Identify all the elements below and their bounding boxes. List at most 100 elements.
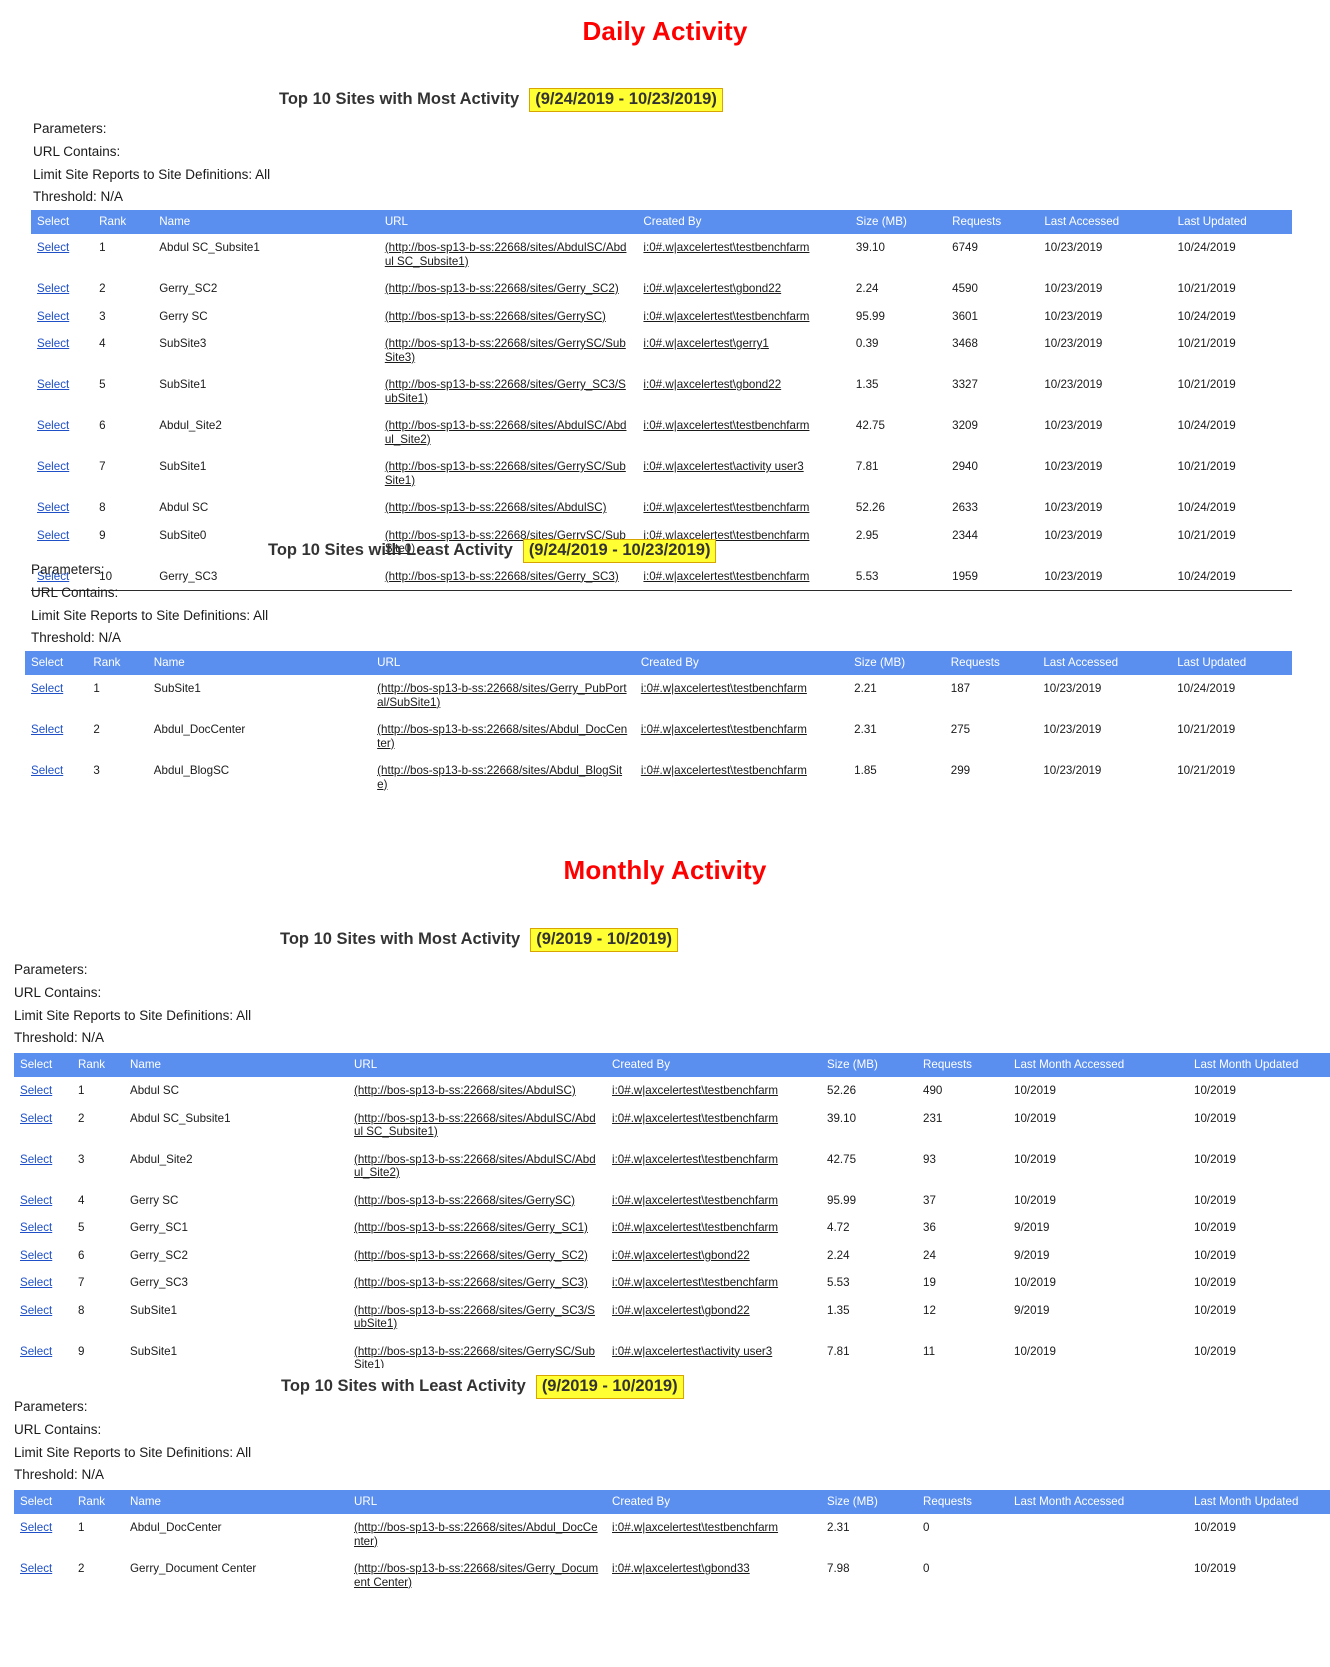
- select-link[interactable]: Select: [20, 1153, 52, 1166]
- col-header-name[interactable]: Name: [124, 1490, 348, 1514]
- url-link[interactable]: (http://bos-sp13-b-ss:22668/sites/AbdulS…: [385, 501, 607, 514]
- created-by-link[interactable]: i:0#.w|axcelertest\testbenchfarm: [643, 419, 809, 432]
- url-link[interactable]: (http://bos-sp13-b-ss:22668/sites/Gerry_…: [354, 1221, 588, 1234]
- created-by-link[interactable]: i:0#.w|axcelertest\testbenchfarm: [612, 1084, 778, 1097]
- select-link[interactable]: Select: [20, 1249, 52, 1262]
- created-by-link[interactable]: i:0#.w|axcelertest\testbenchfarm: [643, 241, 809, 254]
- col-header-created-by[interactable]: Created By: [634, 651, 849, 675]
- url-link[interactable]: (http://bos-sp13-b-ss:22668/sites/GerryS…: [354, 1345, 595, 1369]
- col-header-last-accessed[interactable]: Last Accessed: [1037, 651, 1172, 675]
- url-link[interactable]: (http://bos-sp13-b-ss:22668/sites/Gerry_…: [354, 1562, 598, 1589]
- url-link[interactable]: (http://bos-sp13-b-ss:22668/sites/Gerry_…: [385, 282, 619, 295]
- url-link[interactable]: (http://bos-sp13-b-ss:22668/sites/Gerry_…: [377, 682, 626, 709]
- url-link[interactable]: (http://bos-sp13-b-ss:22668/sites/AbdulS…: [354, 1112, 596, 1139]
- col-header-url[interactable]: URL: [378, 210, 638, 234]
- col-header-url[interactable]: URL: [371, 651, 635, 675]
- col-header-select[interactable]: Select: [14, 1053, 72, 1077]
- created-by-link[interactable]: i:0#.w|axcelertest\testbenchfarm: [612, 1153, 778, 1166]
- created-by-link[interactable]: i:0#.w|axcelertest\testbenchfarm: [643, 310, 809, 323]
- col-header-url[interactable]: URL: [348, 1490, 606, 1514]
- created-by-link[interactable]: i:0#.w|axcelertest\testbenchfarm: [643, 501, 809, 514]
- col-header-rank[interactable]: Rank: [72, 1053, 124, 1077]
- col-header-name[interactable]: Name: [153, 210, 379, 234]
- created-by-link[interactable]: i:0#.w|axcelertest\testbenchfarm: [641, 764, 807, 777]
- col-header-last-updated[interactable]: Last Updated: [1171, 210, 1292, 234]
- col-header-last-month-updated[interactable]: Last Month Updated: [1188, 1490, 1330, 1514]
- url-link[interactable]: (http://bos-sp13-b-ss:22668/sites/Gerry_…: [385, 570, 619, 583]
- select-link[interactable]: Select: [31, 764, 63, 777]
- created-by-link[interactable]: i:0#.w|axcelertest\gbond22: [612, 1249, 750, 1262]
- col-header-name[interactable]: Name: [124, 1053, 348, 1077]
- created-by-link[interactable]: i:0#.w|axcelertest\gbond22: [612, 1304, 750, 1317]
- select-link[interactable]: Select: [31, 682, 63, 695]
- url-link[interactable]: (http://bos-sp13-b-ss:22668/sites/AbdulS…: [354, 1084, 576, 1097]
- created-by-link[interactable]: i:0#.w|axcelertest\gbond22: [643, 378, 781, 391]
- url-link[interactable]: (http://bos-sp13-b-ss:22668/sites/Gerry_…: [354, 1249, 588, 1262]
- created-by-link[interactable]: i:0#.w|axcelertest\testbenchfarm: [641, 682, 807, 695]
- col-header-requests[interactable]: Requests: [946, 210, 1039, 234]
- url-link[interactable]: (http://bos-sp13-b-ss:22668/sites/GerryS…: [385, 337, 626, 364]
- col-header-last-accessed[interactable]: Last Accessed: [1038, 210, 1172, 234]
- col-header-rank[interactable]: Rank: [93, 210, 154, 234]
- url-link[interactable]: (http://bos-sp13-b-ss:22668/sites/AbdulS…: [385, 419, 627, 446]
- url-link[interactable]: (http://bos-sp13-b-ss:22668/sites/AbdulS…: [354, 1153, 596, 1180]
- url-link[interactable]: (http://bos-sp13-b-ss:22668/sites/Abdul_…: [377, 764, 622, 791]
- select-link[interactable]: Select: [37, 337, 69, 350]
- url-link[interactable]: (http://bos-sp13-b-ss:22668/sites/AbdulS…: [385, 241, 627, 268]
- url-link[interactable]: (http://bos-sp13-b-ss:22668/sites/GerryS…: [354, 1194, 575, 1207]
- col-header-last-month-accessed[interactable]: Last Month Accessed: [1008, 1053, 1188, 1077]
- url-link[interactable]: (http://bos-sp13-b-ss:22668/sites/Abdul_…: [354, 1521, 598, 1548]
- col-header-created-by[interactable]: Created By: [637, 210, 850, 234]
- select-link[interactable]: Select: [20, 1304, 52, 1317]
- col-header-requests[interactable]: Requests: [917, 1053, 1008, 1077]
- select-link[interactable]: Select: [37, 241, 69, 254]
- col-header-size[interactable]: Size (MB): [821, 1053, 917, 1077]
- url-link[interactable]: (http://bos-sp13-b-ss:22668/sites/Abdul_…: [377, 723, 627, 750]
- created-by-link[interactable]: i:0#.w|axcelertest\activity user3: [643, 460, 803, 473]
- select-link[interactable]: Select: [20, 1084, 52, 1097]
- select-link[interactable]: Select: [37, 378, 69, 391]
- col-header-last-month-updated[interactable]: Last Month Updated: [1188, 1053, 1330, 1077]
- created-by-link[interactable]: i:0#.w|axcelertest\activity user3: [612, 1345, 772, 1358]
- col-header-created-by[interactable]: Created By: [606, 1053, 821, 1077]
- select-link[interactable]: Select: [31, 723, 63, 736]
- select-link[interactable]: Select: [37, 460, 69, 473]
- col-header-url[interactable]: URL: [348, 1053, 606, 1077]
- col-header-select[interactable]: Select: [25, 651, 88, 675]
- created-by-link[interactable]: i:0#.w|axcelertest\testbenchfarm: [612, 1276, 778, 1289]
- select-link[interactable]: Select: [20, 1345, 52, 1358]
- select-link[interactable]: Select: [37, 282, 69, 295]
- url-link[interactable]: (http://bos-sp13-b-ss:22668/sites/Gerry_…: [354, 1304, 595, 1331]
- created-by-link[interactable]: i:0#.w|axcelertest\testbenchfarm: [612, 1221, 778, 1234]
- url-link[interactable]: (http://bos-sp13-b-ss:22668/sites/Gerry_…: [385, 378, 626, 405]
- col-header-size[interactable]: Size (MB): [848, 651, 945, 675]
- created-by-link[interactable]: i:0#.w|axcelertest\testbenchfarm: [641, 723, 807, 736]
- url-link[interactable]: (http://bos-sp13-b-ss:22668/sites/GerryS…: [385, 460, 626, 487]
- col-header-created-by[interactable]: Created By: [606, 1490, 821, 1514]
- select-link[interactable]: Select: [37, 529, 69, 542]
- created-by-link[interactable]: i:0#.w|axcelertest\testbenchfarm: [612, 1112, 778, 1125]
- select-link[interactable]: Select: [37, 501, 69, 514]
- created-by-link[interactable]: i:0#.w|axcelertest\gbond22: [643, 282, 781, 295]
- select-link[interactable]: Select: [20, 1221, 52, 1234]
- select-link[interactable]: Select: [37, 419, 69, 432]
- col-header-select[interactable]: Select: [31, 210, 94, 234]
- col-header-select[interactable]: Select: [14, 1490, 72, 1514]
- created-by-link[interactable]: i:0#.w|axcelertest\gbond33: [612, 1562, 750, 1575]
- select-link[interactable]: Select: [20, 1194, 52, 1207]
- select-link[interactable]: Select: [20, 1521, 52, 1534]
- col-header-rank[interactable]: Rank: [87, 651, 148, 675]
- col-header-size[interactable]: Size (MB): [849, 210, 947, 234]
- select-link[interactable]: Select: [37, 310, 69, 323]
- created-by-link[interactable]: i:0#.w|axcelertest\gerry1: [643, 337, 768, 350]
- col-header-size[interactable]: Size (MB): [821, 1490, 917, 1514]
- col-header-rank[interactable]: Rank: [72, 1490, 124, 1514]
- col-header-last-month-accessed[interactable]: Last Month Accessed: [1008, 1490, 1188, 1514]
- select-link[interactable]: Select: [20, 1276, 52, 1289]
- select-link[interactable]: Select: [20, 1112, 52, 1125]
- created-by-link[interactable]: i:0#.w|axcelertest\testbenchfarm: [612, 1521, 778, 1534]
- col-header-last-updated[interactable]: Last Updated: [1171, 651, 1292, 675]
- url-link[interactable]: (http://bos-sp13-b-ss:22668/sites/GerryS…: [385, 310, 606, 323]
- col-header-name[interactable]: Name: [147, 651, 372, 675]
- col-header-requests[interactable]: Requests: [944, 651, 1038, 675]
